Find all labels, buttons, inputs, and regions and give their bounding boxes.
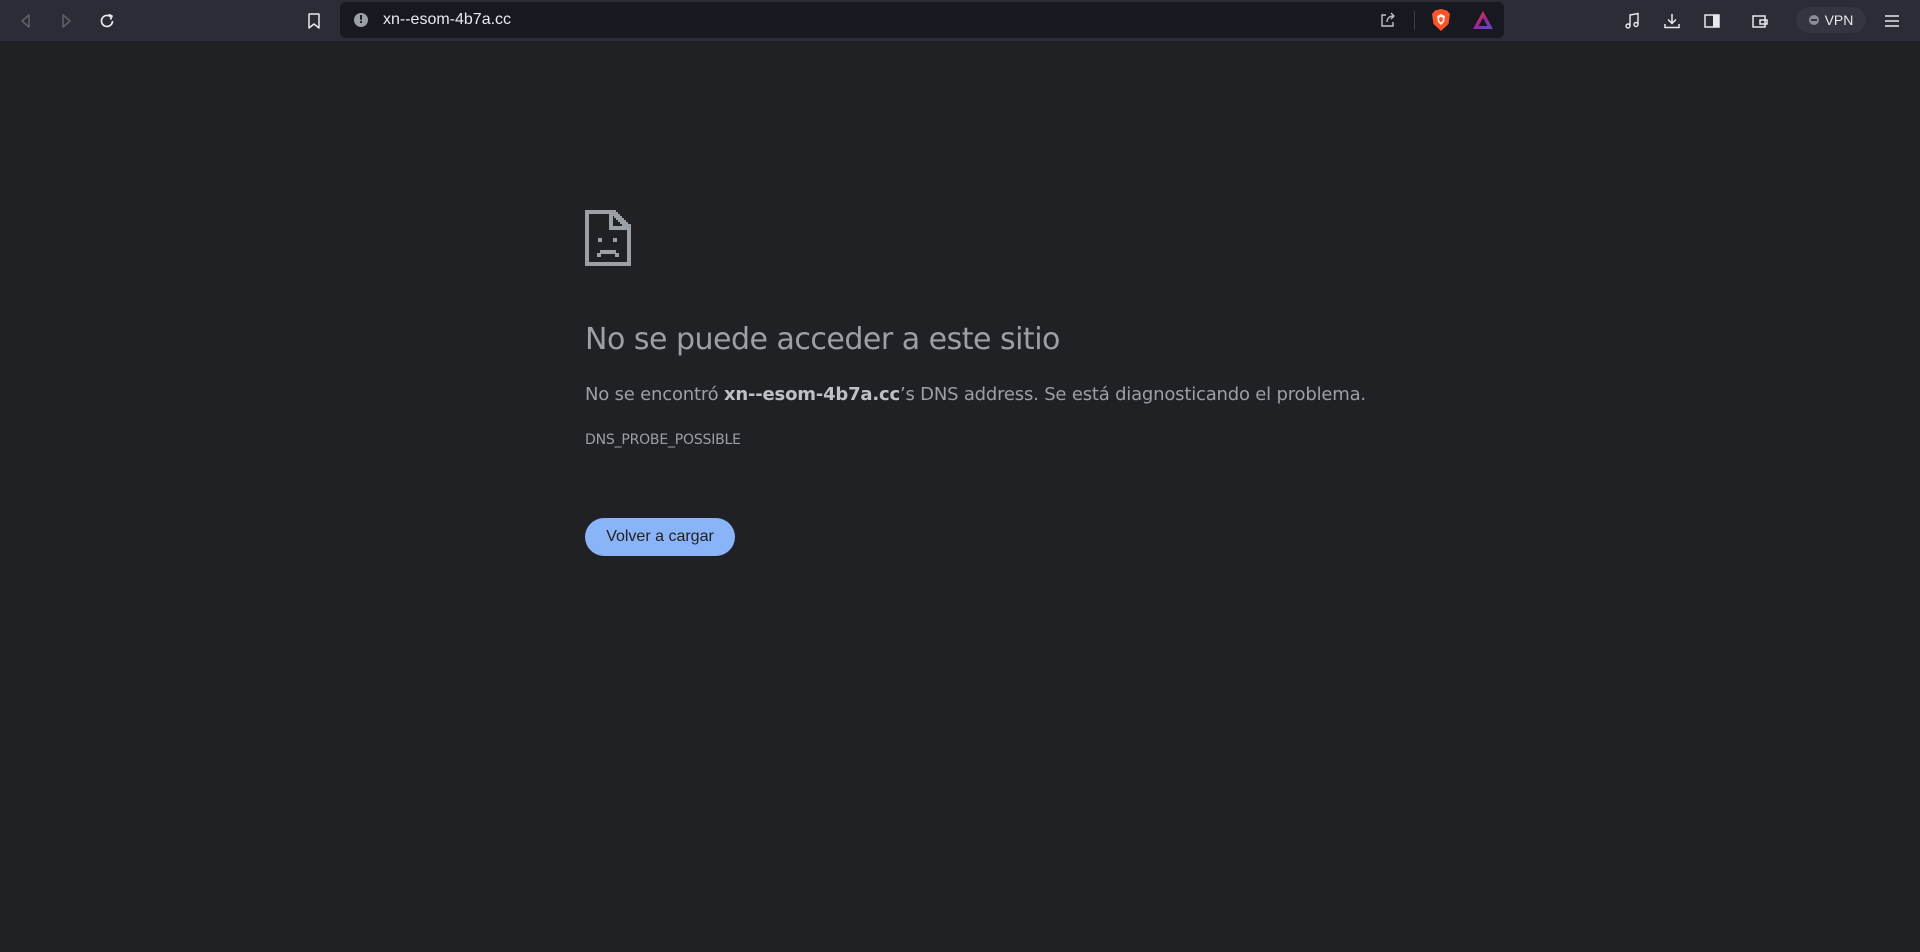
address-bar[interactable]: ! xn--esom-4b7a.cc	[340, 2, 1504, 38]
info-icon[interactable]: !	[354, 13, 368, 27]
error-description: No se encontró xn--esom-4b7a.cc’s DNS ad…	[585, 384, 1366, 405]
error-desc-prefix: No se encontró	[585, 384, 724, 405]
brave-shields-icon[interactable]	[1430, 8, 1452, 37]
error-host: xn--esom-4b7a.cc	[723, 384, 900, 405]
music-note-icon[interactable]	[1618, 7, 1646, 35]
url-text[interactable]: xn--esom-4b7a.cc	[383, 11, 511, 29]
forward-arrow-icon[interactable]	[52, 7, 80, 35]
sidebar-icon[interactable]	[1698, 7, 1726, 35]
reload-button[interactable]: Volver a cargar	[585, 518, 735, 556]
back-arrow-icon[interactable]	[12, 7, 40, 35]
bookmark-icon[interactable]	[300, 7, 328, 35]
error-title: No se puede acceder a este sitio	[585, 322, 1060, 357]
brave-rewards-icon[interactable]	[1472, 10, 1494, 35]
browser-toolbar: ! xn--esom-4b7a.cc VPN	[0, 0, 1920, 42]
wallet-icon[interactable]	[1746, 7, 1774, 35]
error-desc-suffix: ’s DNS address. Se está diagnosticando e…	[899, 384, 1366, 405]
error-code: DNS_PROBE_POSSIBLE	[585, 432, 741, 448]
hamburger-menu-icon[interactable]	[1878, 7, 1906, 35]
download-icon[interactable]	[1658, 7, 1686, 35]
address-bar-divider	[1414, 11, 1415, 30]
share-icon[interactable]	[1378, 10, 1398, 35]
vpn-label: VPN	[1824, 12, 1854, 28]
sad-document-icon	[585, 210, 631, 271]
vpn-button[interactable]: VPN	[1796, 7, 1866, 33]
vpn-status-icon	[1808, 15, 1819, 25]
reload-icon[interactable]	[93, 7, 121, 35]
